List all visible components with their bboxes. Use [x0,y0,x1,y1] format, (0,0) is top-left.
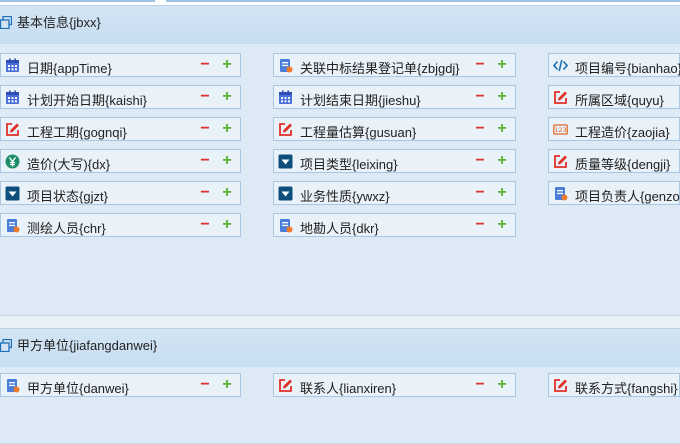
yen-icon [5,154,20,169]
edit-icon [553,154,568,169]
copy-icon [0,16,12,29]
field-label: 联系方式{fangshi} [575,381,678,396]
field-row[interactable]: 所属区域{quyu} [548,85,680,109]
calendar-icon [5,90,20,105]
field-label: 项目状态{gjzt} [27,189,108,204]
edit-icon [278,122,293,137]
remove-field-button[interactable]: − [474,153,486,169]
add-field-button[interactable]: + [496,217,508,233]
field-label: 业务性质{ywxz} [300,189,390,204]
remove-field-button[interactable]: − [474,377,486,393]
field-row[interactable]: 工程量估算{gusuan} − + [273,117,516,141]
remove-field-button[interactable]: − [199,185,211,201]
field-row[interactable]: 123 工程造价{zaojia} [548,117,680,141]
add-field-button[interactable]: + [496,185,508,201]
field-label: 测绘人员{chr} [27,221,106,236]
field-row[interactable]: 联系方式{fangshi} [548,373,680,397]
edit-icon [5,122,20,137]
field-label: 所属区域{quyu} [575,93,664,108]
number-icon: 123 [553,122,568,137]
field-row[interactable]: 项目类型{leixing} − + [273,149,516,173]
form-icon [5,218,20,233]
field-row[interactable]: 项目状态{gjzt} − + [0,181,241,205]
edit-icon [553,378,568,393]
field-label: 甲方单位{danwei} [27,381,129,396]
dropdown-icon [278,186,293,201]
code-icon [552,58,569,73]
section-header[interactable]: 甲方单位{jiafangdanwei} [0,328,680,367]
remove-field-button[interactable]: − [199,121,211,137]
remove-field-button[interactable]: − [474,185,486,201]
form-icon [278,58,293,73]
field-label: 联系人{lianxiren} [300,381,397,396]
field-row[interactable]: 甲方单位{danwei} − + [0,373,241,397]
calendar-icon [5,58,20,73]
field-label: 质量等级{dengji} [575,157,671,172]
top-tab-line [0,0,155,2]
add-field-button[interactable]: + [221,185,233,201]
section-divider [0,315,680,316]
remove-field-button[interactable]: − [199,153,211,169]
field-row[interactable]: 质量等级{dengji} [548,149,680,173]
remove-field-button[interactable]: − [199,57,211,73]
remove-field-button[interactable]: − [474,217,486,233]
field-row[interactable]: 项目负责人{genzong} [548,181,680,205]
form-icon [553,186,568,201]
field-label: 计划开始日期{kaishi} [27,93,147,108]
section-header[interactable]: 基本信息{jbxx} [0,5,680,44]
edit-icon [278,378,293,393]
field-label: 项目编号{bianhao} [575,61,680,76]
remove-field-button[interactable]: − [199,217,211,233]
field-label: 日期{appTime} [27,61,112,76]
field-row[interactable]: 联系人{lianxiren} − + [273,373,516,397]
add-field-button[interactable]: + [221,377,233,393]
field-row[interactable]: 地勘人员{dkr} − + [273,213,516,237]
remove-field-button[interactable]: − [474,121,486,137]
field-row[interactable]: 日期{appTime} − + [0,53,241,77]
field-label: 项目负责人{genzong} [575,189,680,204]
edit-icon [553,90,568,105]
add-field-button[interactable]: + [221,121,233,137]
field-label: 关联中标结果登记单{zbjgdj} [300,61,460,76]
field-label: 造价(大写){dx} [27,157,111,172]
dropdown-icon [278,154,293,169]
remove-field-button[interactable]: − [199,89,211,105]
remove-field-button[interactable]: − [474,89,486,105]
add-field-button[interactable]: + [496,377,508,393]
field-row[interactable]: 造价(大写){dx} − + [0,149,241,173]
add-field-button[interactable]: + [496,121,508,137]
add-field-button[interactable]: + [496,89,508,105]
field-row[interactable]: 工程工期{gognqi} − + [0,117,241,141]
field-label: 工程量估算{gusuan} [300,125,417,140]
add-field-button[interactable]: + [221,153,233,169]
top-tab-line [166,0,680,2]
calendar-icon [278,90,293,105]
field-label: 工程工期{gognqi} [27,125,127,140]
field-label: 计划结束日期{jieshu} [300,93,421,108]
add-field-button[interactable]: + [496,57,508,73]
field-row[interactable]: 测绘人员{chr} − + [0,213,241,237]
section-title: 甲方单位{jiafangdanwei} [17,338,158,353]
svg-text:123: 123 [554,126,566,134]
copy-icon [0,339,12,352]
remove-field-button[interactable]: − [199,377,211,393]
form-icon [5,378,20,393]
field-row[interactable]: 计划开始日期{kaishi} − + [0,85,241,109]
field-row[interactable]: 计划结束日期{jieshu} − + [273,85,516,109]
section-title: 基本信息{jbxx} [17,15,101,30]
field-row[interactable]: 业务性质{ywxz} − + [273,181,516,205]
field-label: 地勘人员{dkr} [300,221,379,236]
field-row[interactable]: 项目编号{bianhao} [548,53,680,77]
remove-field-button[interactable]: − [474,57,486,73]
add-field-button[interactable]: + [221,217,233,233]
add-field-button[interactable]: + [221,89,233,105]
field-label: 项目类型{leixing} [300,157,398,172]
field-label: 工程造价{zaojia} [575,125,670,140]
form-icon [278,218,293,233]
add-field-button[interactable]: + [221,57,233,73]
dropdown-icon [5,186,20,201]
field-row[interactable]: 关联中标结果登记单{zbjgdj} − + [273,53,516,77]
add-field-button[interactable]: + [496,153,508,169]
